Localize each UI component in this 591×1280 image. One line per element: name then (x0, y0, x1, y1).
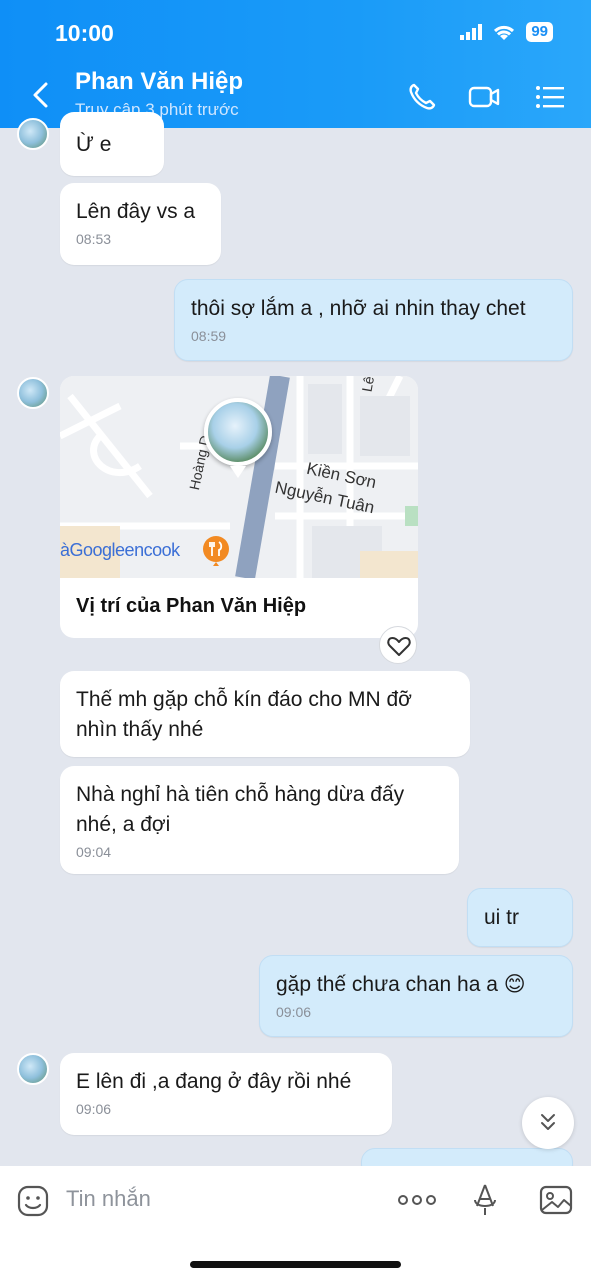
message-incoming: Thế mh gặp chỗ kín đáo cho MN đỡ nhìn th… (60, 671, 470, 757)
image-icon[interactable] (538, 1184, 574, 1216)
google-logo: àGoogleencook (60, 540, 180, 560)
message-input[interactable]: Tin nhắn (66, 1186, 151, 1212)
composer-bar: Tin nhắn (0, 1166, 591, 1280)
message-text: ui tr (484, 906, 520, 929)
sticker-icon[interactable] (16, 1184, 50, 1218)
message-text: E lên đi ,a đang ở đây rồi nhé (76, 1070, 352, 1093)
location-pin-tail (230, 466, 246, 478)
map-street-label: Lê (358, 376, 378, 394)
message-time: 08:59 (191, 328, 227, 344)
double-chevron-down-icon (541, 1114, 555, 1130)
message-text: Lên đây vs a (76, 200, 196, 223)
message-outgoing: gặp thế chưa chan ha a 😊 09:06 (259, 955, 573, 1037)
message-incoming: Ừ e (60, 112, 164, 176)
contact-avatar[interactable] (17, 1053, 49, 1085)
contact-avatar[interactable] (17, 377, 49, 409)
scroll-to-bottom-button[interactable] (522, 1097, 574, 1149)
message-incoming: Nhà nghỉ hà tiên chỗ hàng dừa đấy nhé, a… (60, 766, 459, 874)
message-time: 09:06 (276, 1004, 312, 1020)
battery-indicator: 99 (526, 22, 553, 42)
voice-input-icon[interactable] (470, 1182, 500, 1218)
location-label: Vị trí của Phan Văn Hiệp (76, 595, 307, 617)
restaurant-icon (203, 536, 229, 566)
message-incoming: E lên đi ,a đang ở đây rồi nhé 09:06 (60, 1053, 392, 1135)
chat-header: 10:00 99 Phan Văn Hiệp Truy cập 3 phút t… (0, 0, 591, 128)
contact-avatar[interactable] (17, 118, 49, 150)
message-incoming: Lên đây vs a 08:53 (60, 183, 221, 265)
message-time: 08:53 (76, 231, 112, 247)
menu-icon[interactable] (533, 80, 567, 114)
status-time: 10:00 (55, 20, 114, 46)
react-button[interactable] (379, 626, 417, 664)
message-outgoing: ui tr (467, 888, 573, 947)
more-options-icon[interactable] (397, 1188, 437, 1212)
message-text: thôi sợ lắm a , nhỡ ai nhin thay chet (191, 297, 526, 320)
message-text: Thế mh gặp chỗ kín đáo cho MN đỡ nhìn th… (76, 688, 412, 741)
back-icon[interactable] (28, 80, 54, 110)
message-time: 09:04 (76, 844, 112, 860)
wifi-icon (494, 25, 515, 40)
status-icons: 99 (460, 22, 553, 42)
phone-icon[interactable] (405, 80, 439, 114)
heart-icon (387, 637, 411, 656)
message-text: gặp thế chưa chan ha a 😊 (276, 973, 526, 996)
message-text: Ừ e (76, 133, 112, 156)
location-pin-avatar (204, 398, 272, 466)
signal-icon (460, 24, 483, 40)
message-time: 09:06 (76, 1101, 112, 1117)
location-card[interactable]: Kiền Sơn Nguyễn Tuân Hoàng D Lê àGooglee… (60, 376, 418, 638)
contact-name[interactable]: Phan Văn Hiệp (75, 68, 243, 96)
home-indicator (190, 1261, 401, 1268)
message-outgoing: thôi sợ lắm a , nhỡ ai nhin thay chet 08… (174, 279, 573, 361)
video-call-icon[interactable] (467, 80, 501, 114)
message-text: Nhà nghỉ hà tiên chỗ hàng dừa đấy nhé, a… (76, 783, 405, 836)
map-preview[interactable]: Kiền Sơn Nguyễn Tuân Hoàng D Lê àGooglee… (60, 376, 418, 578)
